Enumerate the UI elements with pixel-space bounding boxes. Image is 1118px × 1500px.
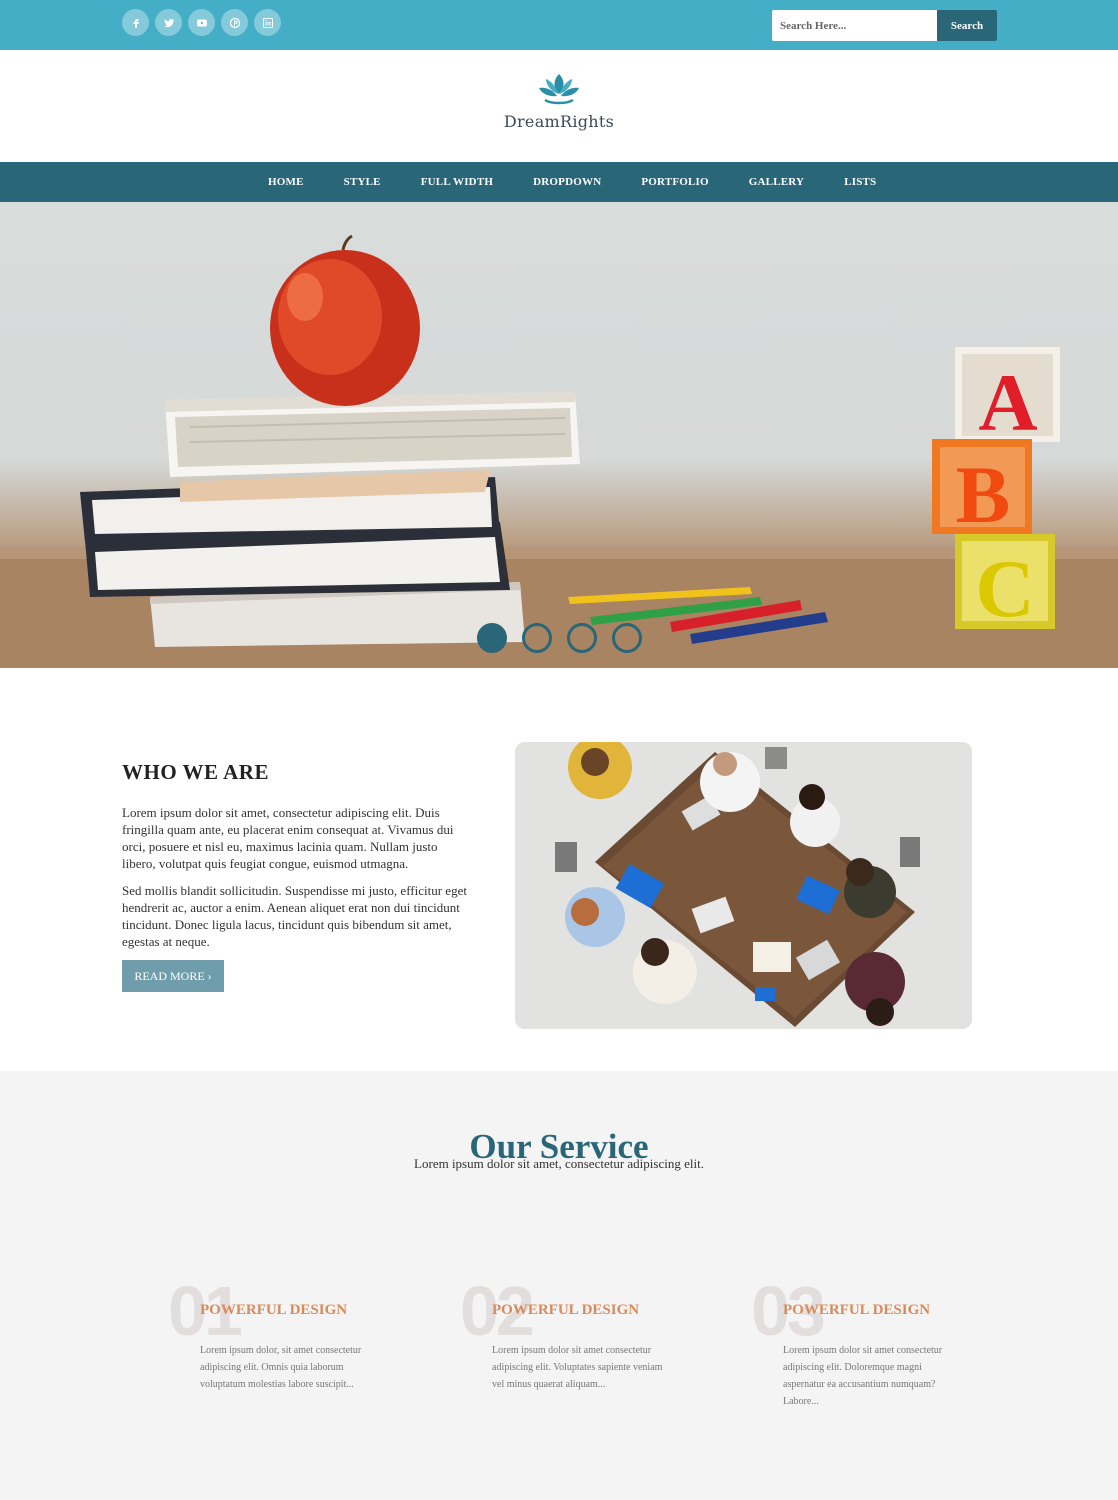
main-nav: HOME STYLE FULL WIDTH DROPDOWN PORTFOLIO… (0, 162, 1118, 202)
service-card: 03 POWERFUL DESIGN Lorem ipsum dolor sit… (751, 1271, 1011, 1421)
nav-item-portfolio[interactable]: PORTFOLIO (621, 162, 728, 202)
service-description: Lorem ipsum dolor sit amet consectetur a… (492, 1345, 663, 1390)
team-meeting-image (515, 742, 972, 1029)
nav-item-full-width[interactable]: FULL WIDTH (401, 162, 513, 202)
who-paragraph-1: Lorem ipsum dolor sit amet, consectetur … (122, 805, 454, 871)
who-we-are-title: WHO WE ARE (122, 760, 269, 784)
service-title[interactable]: POWERFUL DESIGN (200, 1302, 347, 1319)
slider-dot[interactable] (522, 623, 552, 653)
service-card: 02 POWERFUL DESIGN Lorem ipsum dolor sit… (460, 1271, 720, 1421)
slider-dot[interactable] (567, 623, 597, 653)
block-letter-b: B (956, 449, 1011, 540)
hero-slider: A B C (0, 202, 1118, 668)
service-description: Lorem ipsum dolor, sit amet consectetur … (200, 1345, 362, 1390)
lotus-icon[interactable] (537, 72, 581, 110)
services-subtitle: Lorem ipsum dolor sit amet, consectetur … (414, 1156, 704, 1171)
search-input[interactable] (772, 10, 937, 41)
twitter-icon[interactable] (155, 9, 182, 36)
block-letter-a: A (978, 357, 1037, 448)
nav-item-lists[interactable]: LISTS (824, 162, 896, 202)
service-description: Lorem ipsum dolor sit amet consectetur a… (783, 1345, 943, 1407)
read-more-button[interactable]: READ MORE › (122, 960, 224, 992)
social-links (122, 9, 281, 36)
slider-dot[interactable] (612, 623, 642, 653)
slider-dot[interactable] (477, 623, 507, 653)
linkedin-icon[interactable] (254, 9, 281, 36)
nav-item-home[interactable]: HOME (248, 162, 324, 202)
block-letter-c: C (975, 543, 1034, 634)
nav-item-dropdown[interactable]: DROPDOWN (513, 162, 621, 202)
who-paragraph-2: Sed mollis blandit sollicitudin. Suspend… (122, 883, 467, 949)
search-button[interactable]: Search (937, 10, 997, 41)
facebook-icon[interactable] (122, 9, 149, 36)
pinterest-icon[interactable] (221, 9, 248, 36)
brand-name[interactable]: DreamRights (0, 112, 1118, 131)
nav-item-style[interactable]: STYLE (324, 162, 401, 202)
search-form: Search (772, 10, 997, 41)
top-bar: Search (0, 0, 1118, 50)
services-section: Our Service Lorem ipsum dolor sit amet, … (0, 1071, 1118, 1500)
logo-area: DreamRights (0, 50, 1118, 162)
hero-image: A B C (0, 234, 1118, 668)
service-card: 01 POWERFUL DESIGN Lorem ipsum dolor, si… (168, 1271, 428, 1421)
service-title[interactable]: POWERFUL DESIGN (783, 1302, 930, 1319)
slider-dots (477, 623, 642, 653)
youtube-icon[interactable] (188, 9, 215, 36)
service-title[interactable]: POWERFUL DESIGN (492, 1302, 639, 1319)
nav-item-gallery[interactable]: GALLERY (729, 162, 824, 202)
